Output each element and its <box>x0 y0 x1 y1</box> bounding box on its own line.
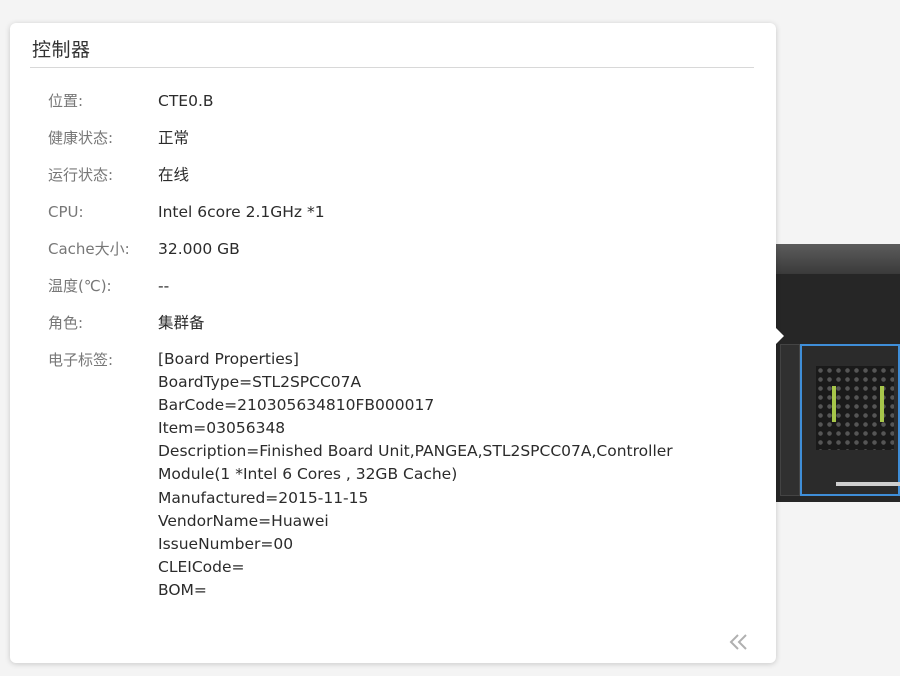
detail-value: Intel 6core 2.1GHz *1 <box>158 203 325 221</box>
device-left-slot <box>780 344 800 496</box>
detail-label: 角色: <box>48 314 84 332</box>
detail-value: -- <box>158 277 170 295</box>
detail-value: 32.000 GB <box>158 240 240 258</box>
device-top-rail <box>760 244 900 275</box>
double-chevron-left-icon[interactable] <box>728 631 750 653</box>
detail-row-electronic-label: 电子标签: [Board Properties] BoardType=STL2S… <box>48 348 748 602</box>
controller-details-panel: 控制器 位置: CTE0.B 健康状态: 正常 运行状态: 在线 CPU: In… <box>10 23 784 663</box>
detail-value: 在线 <box>158 166 190 184</box>
panel-pointer <box>776 328 784 344</box>
elabel-line: BOM= <box>158 580 207 599</box>
title-divider <box>30 67 754 68</box>
detail-row-cpu: CPU: Intel 6core 2.1GHz *1 <box>48 200 748 237</box>
detail-value: 正常 <box>158 129 190 147</box>
detail-label: 电子标签: <box>48 351 114 369</box>
elabel-line: VendorName=Huawei <box>158 511 329 530</box>
module-handle <box>836 482 900 486</box>
stage: 控制器 位置: CTE0.B 健康状态: 正常 运行状态: 在线 CPU: In… <box>0 0 900 676</box>
detail-row-temperature: 温度(℃): -- <box>48 274 748 311</box>
detail-row-location: 位置: CTE0.B <box>48 89 748 126</box>
elabel-line: Item=03056348 <box>158 419 286 438</box>
selected-controller-module[interactable] <box>800 344 900 496</box>
elabel-line: [Board Properties] <box>158 350 299 368</box>
elabel-line: CLEICode= <box>158 557 245 576</box>
detail-label: Cache大小: <box>48 240 130 258</box>
detail-label: 位置: <box>48 92 84 110</box>
elabel-line: Module(1 *Intel 6 Cores , 32GB Cache) <box>158 465 458 484</box>
status-led <box>832 386 836 422</box>
status-led <box>880 386 884 422</box>
details-list: 位置: CTE0.B 健康状态: 正常 运行状态: 在线 CPU: Intel … <box>48 89 748 602</box>
detail-label: CPU: <box>48 203 84 221</box>
electronic-label-text: [Board Properties] BoardType=STL2SPCC07A… <box>158 348 673 602</box>
detail-value: 集群备 <box>158 314 205 332</box>
detail-row-role: 角色: 集群备 <box>48 311 748 348</box>
detail-row-health: 健康状态: 正常 <box>48 126 748 163</box>
detail-row-cache: Cache大小: 32.000 GB <box>48 237 748 274</box>
detail-label: 温度(℃): <box>48 277 112 295</box>
elabel-line: IssueNumber=00 <box>158 534 294 553</box>
elabel-line: Manufactured=2015-11-15 <box>158 488 369 507</box>
detail-label: 运行状态: <box>48 166 114 184</box>
elabel-line: BarCode=210305634810FB000017 <box>158 396 435 415</box>
detail-row-running-status: 运行状态: 在线 <box>48 163 748 200</box>
detail-value: CTE0.B <box>158 92 214 110</box>
elabel-line: BoardType=STL2SPCC07A <box>158 373 362 392</box>
panel-title: 控制器 <box>32 39 91 61</box>
controller-device-image <box>760 244 900 502</box>
elabel-line: Description=Finished Board Unit,PANGEA,S… <box>158 442 673 461</box>
detail-label: 健康状态: <box>48 129 114 147</box>
